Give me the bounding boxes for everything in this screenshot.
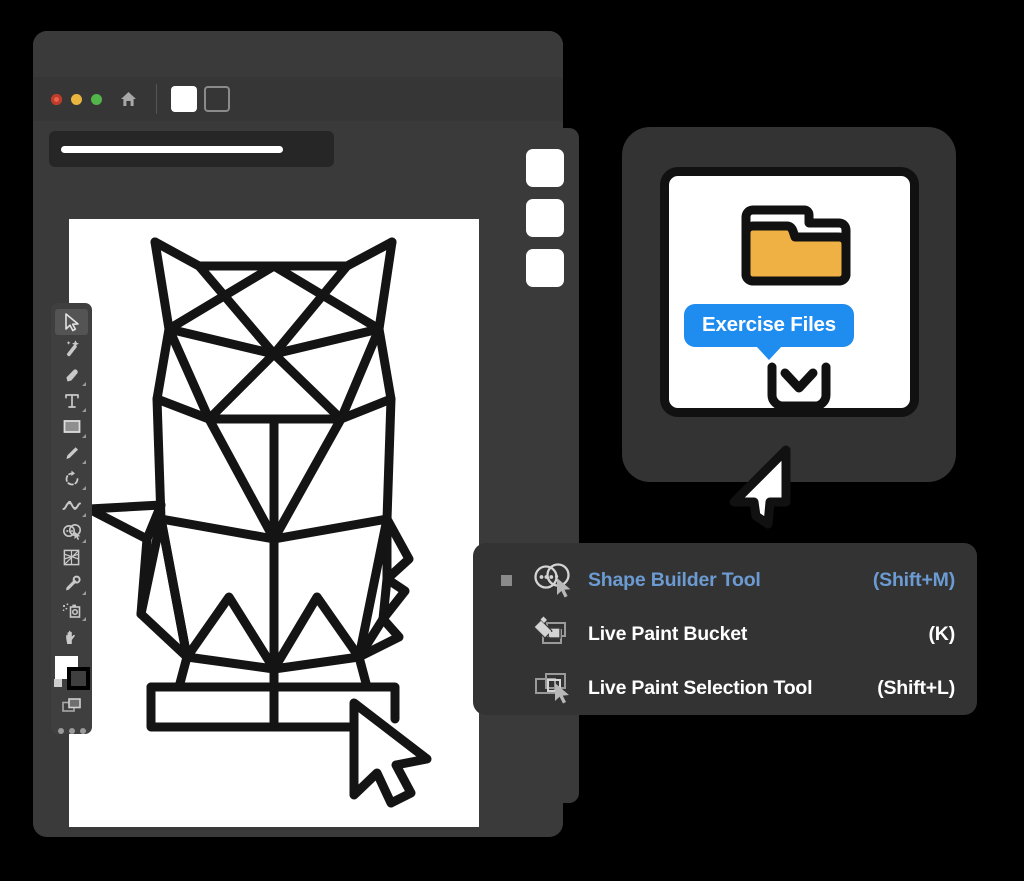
flyout-item-label: Live Paint Selection Tool	[588, 676, 813, 699]
flyout-triangle-icon	[82, 617, 86, 622]
flyout-triangle-icon	[82, 591, 86, 596]
selected-indicator	[501, 629, 512, 640]
flyout-item-label: Live Paint Bucket	[588, 622, 748, 645]
flyout-triangle-icon	[82, 512, 86, 517]
swap-fill-stroke-icon[interactable]	[53, 678, 62, 687]
toolbar-stroke-swatch[interactable]	[66, 666, 90, 690]
flyout-item-live-paint-selection[interactable]: Live Paint Selection Tool (Shift+L)	[473, 661, 977, 715]
flyout-item-shortcut: (Shift+L)	[877, 676, 955, 699]
download-tray-icon	[760, 361, 838, 413]
shape-builder-icon	[528, 562, 576, 598]
tool-flyout-menu: Shape Builder Tool (Shift+M) Live Paint …	[473, 543, 977, 715]
pencil-tool[interactable]	[55, 440, 88, 466]
panel-tile-1[interactable]	[526, 149, 564, 187]
exercise-files-card[interactable]: Exercise Files	[622, 127, 956, 529]
exercise-files-panel: Exercise Files	[660, 167, 919, 529]
exercise-files-badge[interactable]: Exercise Files	[684, 304, 854, 347]
owl-artwork	[84, 237, 432, 808]
selected-indicator	[501, 574, 512, 586]
shape-builder-tool[interactable]	[55, 519, 88, 545]
flyout-triangle-icon	[82, 381, 86, 386]
rotate-tool[interactable]	[55, 466, 88, 492]
perspective-grid-tool[interactable]	[55, 545, 88, 571]
live-paint-selection-icon	[528, 669, 576, 707]
fill-color-swatch[interactable]	[171, 86, 197, 112]
panel-tile-2[interactable]	[526, 199, 564, 237]
menubar-divider	[156, 84, 157, 114]
dot	[57, 728, 64, 735]
minimize-button[interactable]	[71, 93, 82, 105]
flyout-triangle-icon	[82, 434, 86, 439]
dot	[79, 728, 86, 735]
illustrator-window	[33, 31, 563, 837]
home-icon[interactable]	[119, 90, 138, 108]
rectangle-tool[interactable]	[55, 414, 88, 440]
flyout-triangle-icon	[82, 460, 86, 465]
magic-wand-tool[interactable]	[55, 335, 88, 361]
width-tool[interactable]	[55, 492, 88, 518]
screen-mode-icon[interactable]	[55, 693, 88, 719]
canvas-area	[33, 177, 563, 837]
more-tools-icon[interactable]	[57, 728, 86, 735]
exercise-files-badge-label: Exercise Files	[702, 313, 836, 336]
close-button[interactable]	[51, 93, 62, 105]
flyout-item-label: Shape Builder Tool	[588, 568, 761, 591]
type-tool[interactable]	[55, 388, 88, 414]
dot	[68, 728, 75, 735]
tool-palette	[51, 303, 92, 735]
flyout-item-shortcut: (K)	[928, 622, 956, 645]
flyout-triangle-icon	[82, 538, 86, 543]
pen-tool[interactable]	[55, 361, 88, 387]
stroke-color-swatch[interactable]	[204, 86, 230, 112]
flyout-item-shape-builder[interactable]: Shape Builder Tool (Shift+M)	[473, 553, 977, 607]
symbol-sprayer-tool[interactable]	[55, 597, 88, 623]
control-toolbar	[33, 121, 563, 177]
window-menubar	[33, 77, 563, 121]
flyout-item-live-paint-bucket[interactable]: Live Paint Bucket (K)	[473, 607, 977, 661]
cursor-arrow-icon	[724, 440, 814, 532]
control-bar-indicator	[61, 145, 283, 153]
live-paint-bucket-icon	[528, 615, 576, 653]
screenshot-root: Exercise Files Shape Builder Tool (Shift…	[0, 0, 1024, 881]
zoom-button[interactable]	[91, 93, 102, 105]
hand-tool[interactable]	[55, 623, 88, 649]
selection-tool[interactable]	[55, 309, 88, 336]
selected-indicator	[501, 683, 512, 694]
flyout-triangle-icon	[82, 486, 86, 491]
eyedropper-tool[interactable]	[55, 571, 88, 597]
tool-color-swatches[interactable]	[53, 654, 90, 690]
window-titlebar	[33, 31, 563, 77]
artboard[interactable]	[69, 219, 479, 827]
flyout-triangle-icon	[82, 407, 86, 412]
folder-icon	[735, 196, 857, 294]
flyout-item-shortcut: (Shift+M)	[872, 568, 955, 591]
control-bar-field[interactable]	[49, 131, 334, 167]
panel-tile-3[interactable]	[526, 249, 564, 287]
